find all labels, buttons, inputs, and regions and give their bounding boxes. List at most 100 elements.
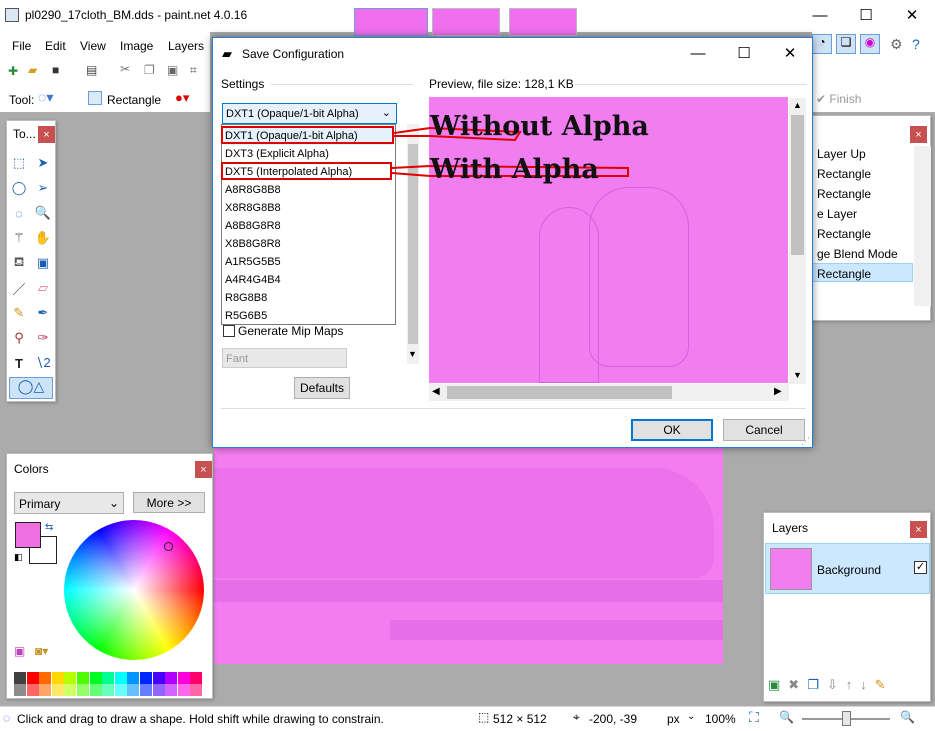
more-button[interactable]: More >>: [133, 492, 205, 513]
format-option[interactable]: A8R8G8B8: [225, 181, 281, 199]
paintbrush-icon[interactable]: ／: [8, 277, 30, 299]
tools-panel-close-button[interactable]: ×: [38, 126, 55, 143]
add-layer-icon[interactable]: ▣: [768, 677, 788, 692]
palette-swatch[interactable]: [39, 672, 52, 684]
text-icon[interactable]: T: [8, 352, 30, 374]
palette-swatch[interactable]: [102, 684, 115, 696]
palette-swatch[interactable]: [165, 684, 178, 696]
scroll-left-icon[interactable]: ◀: [432, 386, 440, 397]
history-item[interactable]: ge Blend Mode: [817, 247, 898, 261]
palette-swatch[interactable]: [89, 672, 102, 684]
colors-window-icon[interactable]: ◉: [860, 34, 880, 54]
palette-swatch[interactable]: [14, 684, 26, 696]
palette-swatch[interactable]: [152, 672, 165, 684]
palette-swatch[interactable]: [64, 672, 77, 684]
palette-swatch[interactable]: [177, 672, 190, 684]
resize-grip-icon[interactable]: ⋰: [801, 436, 810, 447]
shape-type-swatch[interactable]: [88, 91, 102, 105]
palette-swatch[interactable]: [190, 672, 203, 684]
duplicate-layer-icon[interactable]: ❐: [807, 677, 827, 692]
color-palette[interactable]: [14, 672, 206, 696]
dialog-close-button[interactable]: ✕: [767, 38, 813, 68]
menu-layers[interactable]: Layers: [168, 39, 204, 53]
menu-edit[interactable]: Edit: [45, 39, 66, 53]
units-dropdown-icon[interactable]: ⌄: [687, 711, 695, 722]
move-selection-icon[interactable]: ➢: [32, 177, 54, 199]
palette-icon[interactable]: ◙▾: [35, 644, 48, 658]
palette-swatch[interactable]: [64, 684, 77, 696]
recolor-icon[interactable]: ✑: [32, 327, 54, 349]
mipmaps-label[interactable]: Generate Mip Maps: [238, 324, 343, 338]
add-color-icon[interactable]: ▣: [14, 644, 25, 658]
format-dropdown-list[interactable]: DXT1 (Opaque/1-bit Alpha) DXT3 (Explicit…: [221, 124, 396, 325]
reset-colors-icon[interactable]: ◧: [14, 552, 23, 563]
layers-window-icon[interactable]: ❏: [836, 34, 856, 54]
layer-properties-icon[interactable]: ✎: [875, 677, 894, 692]
move-layer-up-icon[interactable]: ↑: [846, 677, 861, 692]
palette-swatch[interactable]: [165, 672, 178, 684]
primary-color-swatch[interactable]: [15, 522, 41, 548]
history-item[interactable]: e Layer: [817, 207, 857, 221]
cut-icon[interactable]: ✂: [120, 62, 130, 76]
scroll-right-icon[interactable]: ▶: [774, 386, 782, 397]
history-item[interactable]: Rectangle: [817, 187, 871, 201]
palette-swatch[interactable]: [127, 672, 140, 684]
palette-swatch[interactable]: [127, 684, 140, 696]
format-option[interactable]: X8R8G8B8: [225, 199, 281, 217]
copy-icon[interactable]: ❐: [144, 63, 155, 77]
preview-hscrollbar[interactable]: ◀ ▶: [429, 384, 789, 401]
eraser-icon[interactable]: ▱: [32, 277, 54, 299]
menu-image[interactable]: Image: [120, 39, 153, 53]
format-option[interactable]: R8G8B8: [225, 289, 267, 307]
save-icon[interactable]: ■: [52, 63, 59, 77]
history-window-icon[interactable]: ◔: [812, 34, 832, 54]
history-item[interactable]: Rectangle: [817, 167, 871, 181]
zoom-icon[interactable]: 🔍: [32, 202, 54, 224]
scroll-up-icon[interactable]: ▲: [793, 100, 802, 110]
dialog-minimize-button[interactable]: —: [675, 38, 721, 68]
palette-swatch[interactable]: [114, 684, 127, 696]
paint-bucket-icon[interactable]: ⛾: [8, 252, 30, 274]
cancel-button[interactable]: Cancel: [723, 419, 805, 441]
image-tab-1[interactable]: [354, 8, 428, 36]
primary-select[interactable]: Primary ⌄: [14, 492, 124, 514]
close-button[interactable]: ✕: [889, 0, 935, 30]
lasso-select-icon[interactable]: ◯: [8, 177, 30, 199]
history-item[interactable]: Rectangle: [817, 227, 871, 241]
palette-swatch[interactable]: [89, 684, 102, 696]
settings-icon[interactable]: ⚙: [890, 36, 903, 53]
paste-icon[interactable]: ▣: [167, 63, 178, 77]
filter-select[interactable]: Fant: [222, 348, 347, 368]
scroll-down-icon[interactable]: ▼: [408, 349, 417, 359]
delete-layer-icon[interactable]: ✖: [788, 677, 807, 692]
layer-visibility-checkbox[interactable]: ✓: [914, 561, 927, 574]
crop-icon[interactable]: ⌗: [190, 63, 197, 78]
preview-hscroll-thumb[interactable]: [447, 386, 672, 399]
shapes-icon[interactable]: ◌▾: [38, 89, 53, 106]
image-tab-2[interactable]: [432, 8, 500, 36]
preview-vscrollbar[interactable]: ▲ ▼: [789, 98, 806, 384]
format-option[interactable]: A8B8G8R8: [225, 217, 281, 235]
zoom-to-window-icon[interactable]: ⛶: [749, 709, 759, 726]
palette-swatch[interactable]: [140, 672, 152, 684]
mipmaps-checkbox[interactable]: [223, 325, 235, 337]
scroll-down-icon[interactable]: ▼: [793, 370, 802, 380]
history-item[interactable]: Layer Up: [817, 147, 866, 161]
palette-swatch[interactable]: [152, 684, 165, 696]
pencil-icon[interactable]: ✎: [8, 302, 30, 324]
palette-swatch[interactable]: [26, 684, 39, 696]
palette-swatch[interactable]: [77, 684, 89, 696]
move-selected-icon[interactable]: ➤: [32, 152, 54, 174]
history-item-selected[interactable]: Rectangle: [810, 263, 913, 282]
palette-swatch[interactable]: [190, 684, 203, 696]
ellipse-select-icon[interactable]: ◌: [8, 202, 30, 224]
zoom-slider-thumb[interactable]: [842, 711, 851, 726]
colors-panel-close-button[interactable]: ×: [195, 461, 212, 478]
print-icon[interactable]: ▤: [86, 63, 97, 77]
palette-swatch[interactable]: [140, 684, 152, 696]
layers-panel-close-button[interactable]: ×: [910, 521, 927, 538]
magic-wand-icon[interactable]: ⚚: [8, 227, 30, 249]
zoom-in-icon[interactable]: 🔍: [900, 710, 915, 724]
palette-swatch[interactable]: [102, 672, 115, 684]
finish-button[interactable]: ✔ Finish: [816, 92, 861, 106]
